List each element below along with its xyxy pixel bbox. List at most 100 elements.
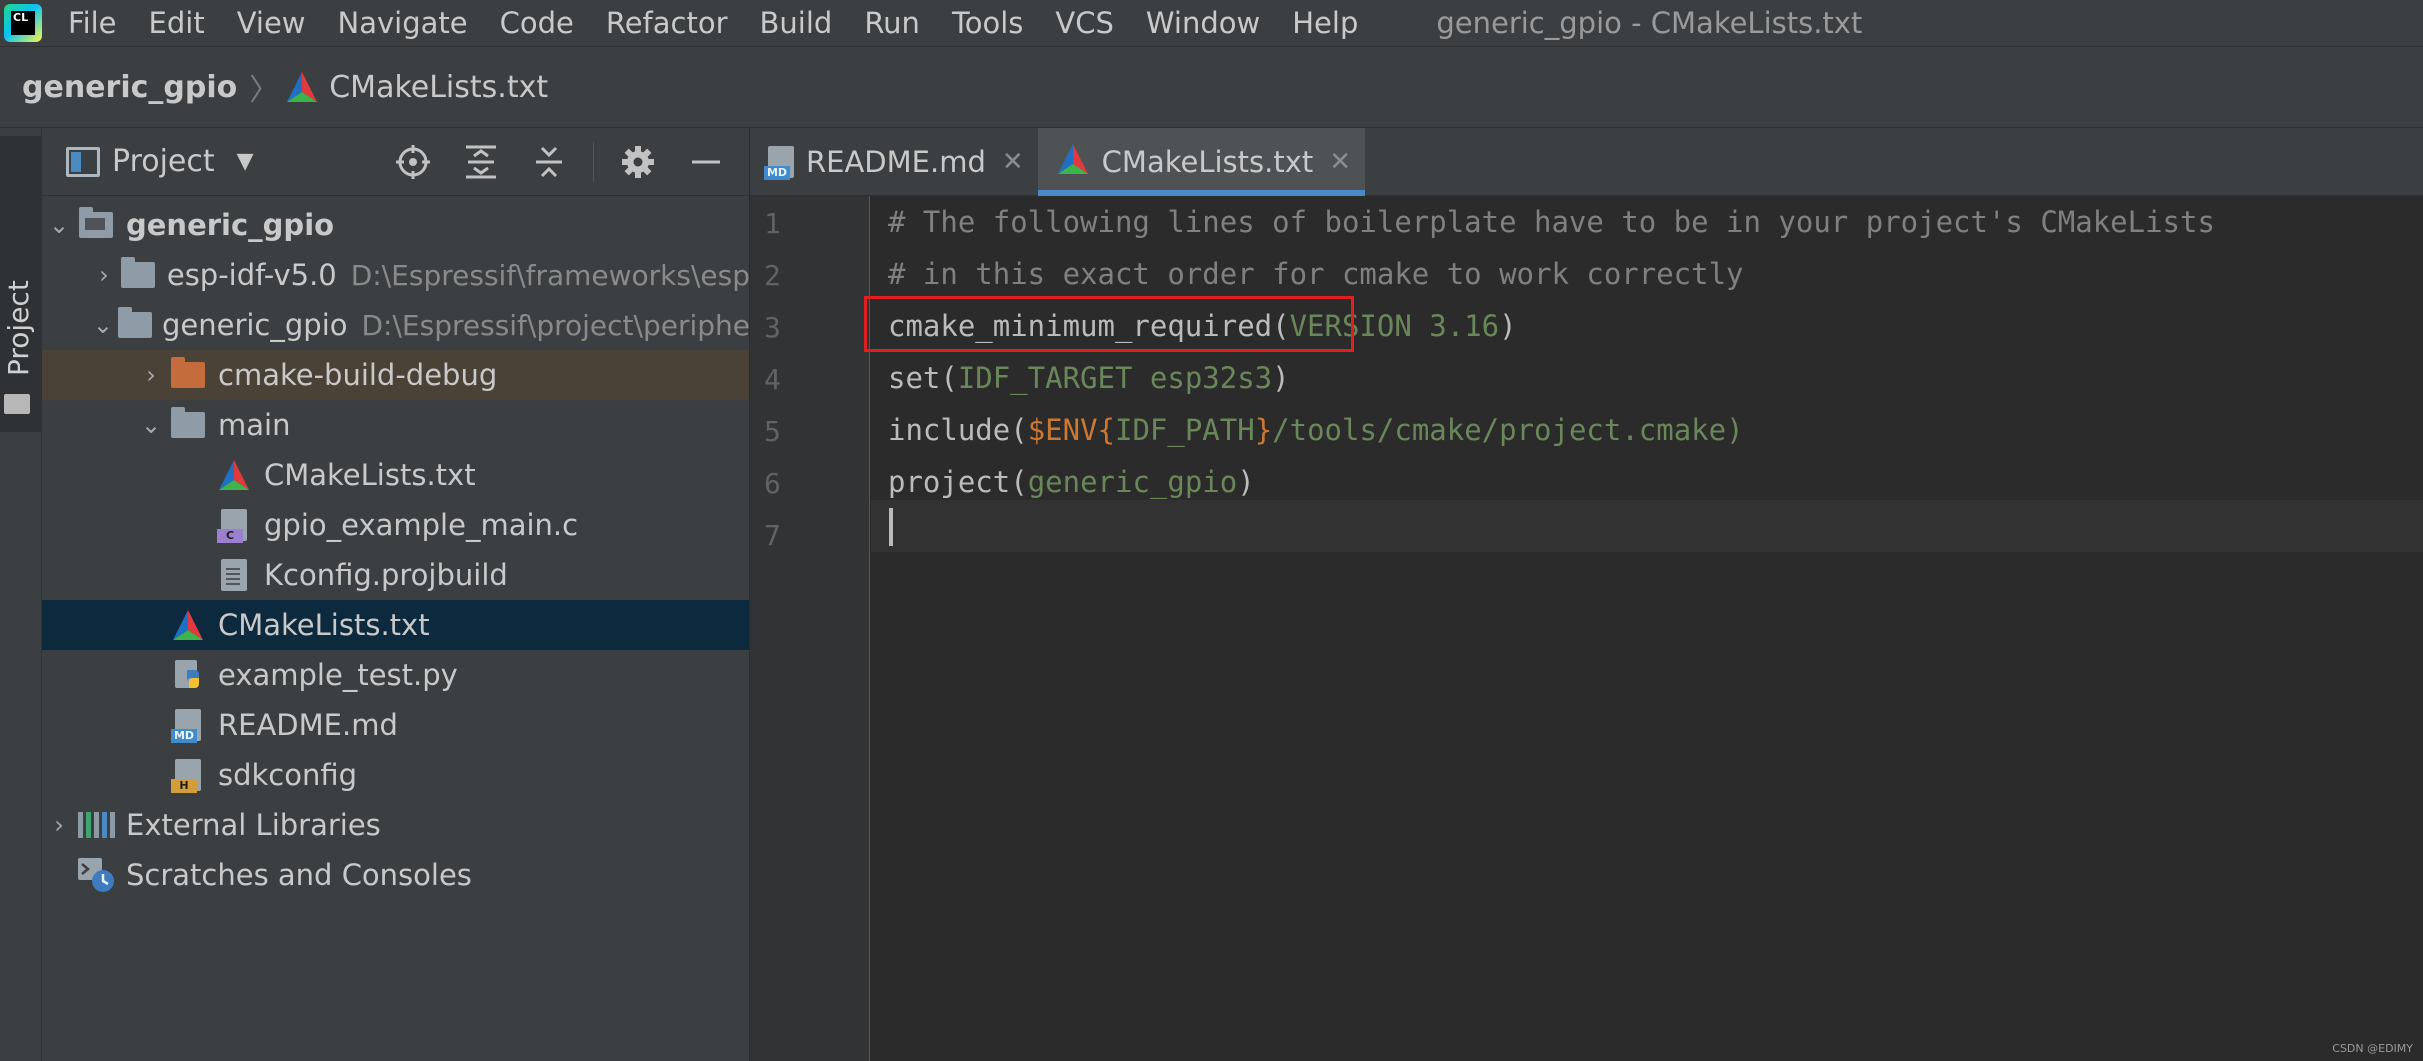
text-file-icon bbox=[212, 557, 256, 593]
code-env: } bbox=[1254, 413, 1273, 447]
tab-cmakelists[interactable]: CMakeLists.txt ✕ bbox=[1037, 128, 1366, 196]
chevron-down-icon[interactable]: ▼ bbox=[237, 149, 254, 174]
header-file-icon: H bbox=[166, 757, 210, 793]
menu-view[interactable]: View bbox=[223, 0, 324, 46]
tree-item-path: D:\Espressif\project\periphe bbox=[361, 308, 750, 342]
tree-item-scratches[interactable]: Scratches and Consoles bbox=[42, 850, 749, 900]
gear-icon[interactable] bbox=[614, 138, 662, 186]
expand-all-icon[interactable] bbox=[457, 138, 505, 186]
tree-item-kconfig[interactable]: Kconfig.projbuild bbox=[42, 550, 749, 600]
code-line-4: set(IDF_TARGET esp32s3) bbox=[888, 352, 1290, 404]
chevron-right-icon[interactable]: › bbox=[90, 261, 118, 289]
tree-item-label: README.md bbox=[218, 708, 398, 742]
menu-code[interactable]: Code bbox=[486, 0, 592, 46]
tree-item-label: Scratches and Consoles bbox=[126, 858, 472, 892]
menu-refactor[interactable]: Refactor bbox=[592, 0, 746, 46]
tree-item-external-libraries[interactable]: › External Libraries bbox=[42, 800, 749, 850]
tree-item-main-cmakelists[interactable]: CMakeLists.txt bbox=[42, 450, 749, 500]
code-comment: # in this exact order for cmake to work … bbox=[888, 257, 1744, 291]
chevron-down-icon[interactable]: ⌄ bbox=[90, 311, 116, 339]
c-file-icon: C bbox=[212, 507, 256, 543]
locate-file-icon[interactable] bbox=[389, 138, 437, 186]
line-number: 7 bbox=[764, 519, 781, 552]
close-icon[interactable]: ✕ bbox=[1329, 147, 1351, 177]
project-tool-window-tab[interactable]: Project bbox=[0, 136, 42, 432]
scratches-icon bbox=[74, 857, 118, 893]
menu-bar: CL File Edit View Navigate Code Refactor… bbox=[0, 0, 2423, 46]
project-panel-header: Project ▼ bbox=[42, 128, 749, 196]
tree-item-example-test[interactable]: example_test.py bbox=[42, 650, 749, 700]
menu-window[interactable]: Window bbox=[1132, 0, 1278, 46]
project-view-icon bbox=[66, 146, 100, 177]
logo-text: CL bbox=[11, 11, 35, 35]
text-caret bbox=[889, 508, 893, 546]
menu-vcs[interactable]: VCS bbox=[1041, 0, 1132, 46]
code-function: set( bbox=[888, 361, 958, 395]
cmake-file-icon bbox=[166, 607, 210, 643]
code-function: project( bbox=[888, 465, 1028, 499]
tree-item-cmake-build-debug[interactable]: › cmake-build-debug bbox=[42, 350, 749, 400]
tree-item-main[interactable]: ⌄ main bbox=[42, 400, 749, 450]
tree-item-label: generic_gpio bbox=[161, 308, 348, 342]
tab-label: README.md bbox=[806, 145, 986, 179]
line-number: 2 bbox=[764, 259, 781, 292]
chevron-down-icon[interactable]: ⌄ bbox=[44, 211, 74, 239]
menu-edit[interactable]: Edit bbox=[135, 0, 223, 46]
tree-item-gpio-example-main[interactable]: C gpio_example_main.c bbox=[42, 500, 749, 550]
tree-item-project-root[interactable]: ⌄ generic_gpio bbox=[42, 200, 749, 250]
tree-item-path: D:\Espressif\frameworks\esp bbox=[350, 258, 750, 292]
tree-item-label: sdkconfig bbox=[218, 758, 358, 792]
line-number: 4 bbox=[764, 363, 781, 396]
menu-run[interactable]: Run bbox=[850, 0, 938, 46]
left-tool-strip: Project bbox=[0, 128, 42, 1061]
markdown-file-icon: MD bbox=[166, 707, 210, 743]
chevron-right-icon[interactable]: › bbox=[44, 811, 74, 839]
menu-help[interactable]: Help bbox=[1278, 0, 1376, 46]
tree-item-generic-gpio[interactable]: ⌄ generic_gpio D:\Espressif\project\peri… bbox=[42, 300, 750, 350]
menu-tools[interactable]: Tools bbox=[938, 0, 1041, 46]
tree-item-label: CMakeLists.txt bbox=[264, 458, 476, 492]
cmake-file-icon bbox=[212, 457, 256, 493]
code-paren: ) bbox=[1499, 309, 1517, 343]
annotation-highlight-box bbox=[864, 296, 1354, 352]
editor-tab-bar: MD README.md ✕ CMakeLists.txt ✕ bbox=[750, 128, 2423, 196]
watermark: CSDN @EDIMY bbox=[2332, 1042, 2413, 1055]
breadcrumb-project[interactable]: generic_gpio bbox=[22, 70, 237, 105]
project-panel: Project ▼ ⌄ generic_gpio › esp-idf-v5.0 … bbox=[42, 128, 750, 1061]
tree-item-label: External Libraries bbox=[126, 808, 381, 842]
tree-item-label: main bbox=[218, 408, 291, 442]
tree-item-esp-idf[interactable]: › esp-idf-v5.0 D:\Espressif\frameworks\e… bbox=[42, 250, 750, 300]
build-folder-icon bbox=[166, 357, 210, 393]
hide-panel-icon[interactable] bbox=[682, 138, 730, 186]
libraries-icon bbox=[74, 807, 118, 843]
line-number: 6 bbox=[764, 467, 781, 500]
project-panel-toolbar bbox=[389, 128, 749, 196]
folder-icon bbox=[166, 407, 210, 443]
breadcrumb-separator-icon: 〉 bbox=[249, 73, 280, 108]
clion-logo-icon[interactable]: CL bbox=[4, 4, 42, 42]
code-comment: # The following lines of boilerplate hav… bbox=[888, 205, 2215, 239]
tree-item-root-cmakelists[interactable]: CMakeLists.txt bbox=[42, 600, 749, 650]
ide-window: CL File Edit View Navigate Code Refactor… bbox=[0, 0, 2423, 1061]
chevron-right-icon[interactable]: › bbox=[136, 361, 166, 389]
python-file-icon bbox=[166, 657, 210, 693]
tree-item-sdkconfig[interactable]: H sdkconfig bbox=[42, 750, 749, 800]
menu-navigate[interactable]: Navigate bbox=[324, 0, 486, 46]
tree-item-readme[interactable]: MD README.md bbox=[42, 700, 749, 750]
code-line-5: include($ENV{IDF_PATH}/tools/cmake/proje… bbox=[888, 404, 1744, 456]
code-editor[interactable]: # The following lines of boilerplate hav… bbox=[864, 196, 2423, 1061]
chevron-down-icon[interactable]: ⌄ bbox=[136, 411, 166, 439]
collapse-all-icon[interactable] bbox=[525, 138, 573, 186]
breadcrumb: generic_gpio 〉 CMakeLists.txt bbox=[0, 46, 2423, 128]
toolbar-divider bbox=[593, 142, 594, 182]
project-tool-label: Project bbox=[2, 280, 35, 376]
tab-readme[interactable]: MD README.md ✕ bbox=[750, 128, 1038, 196]
code-function: include( bbox=[888, 413, 1028, 447]
project-view-selector[interactable]: Project bbox=[112, 144, 215, 179]
code-paren: ) bbox=[1237, 465, 1255, 499]
menu-file[interactable]: File bbox=[54, 0, 135, 46]
menu-build[interactable]: Build bbox=[746, 0, 851, 46]
close-icon[interactable]: ✕ bbox=[1002, 147, 1024, 177]
breadcrumb-file[interactable]: CMakeLists.txt bbox=[329, 70, 548, 105]
editor: MD README.md ✕ CMakeLists.txt ✕ 1 2 3 4 … bbox=[750, 128, 2423, 1061]
